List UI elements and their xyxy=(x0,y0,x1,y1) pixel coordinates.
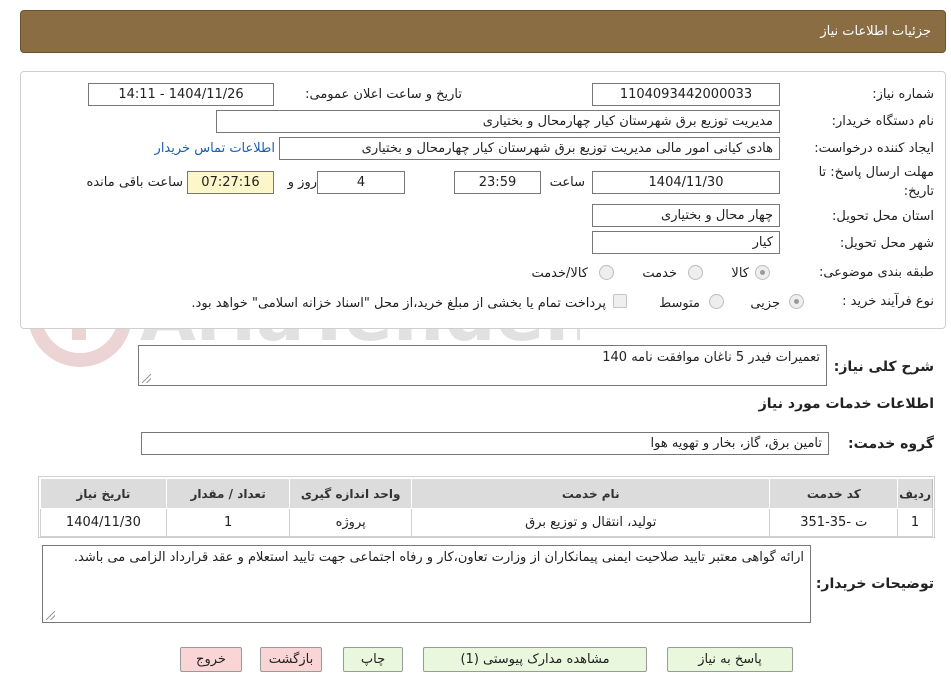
category-radio-goods-service[interactable] xyxy=(599,265,614,280)
process-radio-minor[interactable] xyxy=(789,294,804,309)
creator-field[interactable]: هادی کیانی امور مالی مدیریت توزیع برق شه… xyxy=(279,137,780,160)
category-option-service: خدمت xyxy=(642,266,677,281)
summary-label: شرح کلی نیاز: xyxy=(833,359,934,375)
province-label: استان محل تحویل: xyxy=(832,209,934,224)
city-field[interactable]: کیار xyxy=(592,231,780,254)
deadline-time-label: ساعت xyxy=(549,175,585,190)
col-header-service-code: کد خدمت xyxy=(769,478,899,509)
back-button[interactable]: بازگشت xyxy=(260,647,322,672)
col-header-need-date: تاریخ نیاز xyxy=(40,478,167,509)
buyer-notes-field[interactable]: ارائه گواهی معتبر تایید صلاحیت ایمنی پیم… xyxy=(42,545,811,623)
resize-grip-icon[interactable] xyxy=(142,374,151,383)
remaining-label: ساعت باقی مانده xyxy=(86,175,183,190)
cell-quantity: 1 xyxy=(165,508,291,537)
buyer-org-field[interactable]: مدیریت توزیع برق شهرستان کیار چهارمحال و… xyxy=(216,110,780,133)
creator-label: ایجاد کننده درخواست: xyxy=(814,141,934,156)
table-row[interactable]: 1 ت -35-351 تولید، انتقال و توزیع برق پر… xyxy=(40,508,933,537)
announce-field[interactable]: 1404/11/26 - 14:11 xyxy=(88,83,274,106)
cell-service-code: ت -35-351 xyxy=(769,508,899,537)
services-section-title: اطلاعات خدمات مورد نیاز xyxy=(758,396,934,412)
page-title: جزئیات اطلاعات نیاز xyxy=(820,24,931,39)
treasury-payment-checkbox[interactable] xyxy=(613,294,627,308)
service-group-field[interactable]: تامین برق، گاز، بخار و تهویه هوا xyxy=(141,432,829,455)
col-header-service-name: نام خدمت xyxy=(410,478,771,509)
cell-row-number: 1 xyxy=(897,508,933,537)
service-group-label: گروه خدمت: xyxy=(848,436,934,452)
remaining-time-field[interactable]: 07:27:16 xyxy=(187,171,274,194)
process-label: نوع فرآیند خرید : xyxy=(842,294,934,309)
category-label: طبقه بندی موضوعی: xyxy=(818,265,934,280)
days-label: روز و xyxy=(287,175,317,190)
summary-field[interactable]: تعمیرات فیدر 5 ناغان موافقت نامه 140 xyxy=(138,345,827,386)
buyer-contact-link[interactable]: اطلاعات تماس خریدار xyxy=(155,141,275,156)
announce-label: تاریخ و ساعت اعلان عمومی: xyxy=(305,87,462,102)
table-header-row: ردیف کد خدمت نام خدمت واحد اندازه گیری ت… xyxy=(40,478,933,509)
days-field[interactable]: 4 xyxy=(317,171,405,194)
buyer-notes-label: توضیحات خریدار: xyxy=(815,576,934,592)
resize-grip-icon[interactable] xyxy=(46,611,55,620)
need-number-label: شماره نیاز: xyxy=(872,87,934,102)
reply-button[interactable]: پاسخ به نیاز xyxy=(667,647,793,672)
col-header-row-number: ردیف xyxy=(897,478,933,509)
process-option-medium: متوسط xyxy=(659,296,700,311)
summary-text: تعمیرات فیدر 5 ناغان موافقت نامه 140 xyxy=(602,350,820,365)
cell-service-name: تولید، انتقال و توزیع برق xyxy=(410,508,771,537)
buyer-notes-text: ارائه گواهی معتبر تایید صلاحیت ایمنی پیم… xyxy=(73,550,804,565)
province-field[interactable]: چهار محال و بختیاری xyxy=(592,204,780,227)
category-radio-service[interactable] xyxy=(688,265,703,280)
exit-button[interactable]: خروج xyxy=(180,647,242,672)
deadline-time-field[interactable]: 23:59 xyxy=(454,171,541,194)
col-header-quantity: تعداد / مقدار xyxy=(165,478,291,509)
cell-unit: پروژه xyxy=(289,508,412,537)
deadline-date-field[interactable]: 1404/11/30 xyxy=(592,171,780,194)
col-header-unit: واحد اندازه گیری xyxy=(289,478,412,509)
deadline-label: مهلت ارسال پاسخ: تا xyxy=(818,165,934,180)
city-label: شهر محل تحویل: xyxy=(839,236,934,251)
category-radio-goods[interactable] xyxy=(755,265,770,280)
deadline-label-2: تاریخ: xyxy=(903,184,934,199)
buyer-org-label: نام دستگاه خریدار: xyxy=(831,114,934,129)
category-option-goods: کالا xyxy=(731,266,749,281)
print-button[interactable]: چاپ xyxy=(343,647,403,672)
page-header: جزئیات اطلاعات نیاز xyxy=(20,10,946,53)
category-option-goods-service: کالا/خدمت xyxy=(531,266,588,281)
cell-need-date: 1404/11/30 xyxy=(40,508,167,537)
treasury-payment-note: پرداخت تمام یا بخشی از مبلغ خرید،از محل … xyxy=(191,296,606,311)
process-radio-medium[interactable] xyxy=(709,294,724,309)
need-number-field[interactable]: 1104093442000033 xyxy=(592,83,780,106)
view-attachments-button[interactable]: مشاهده مدارک پیوستی (1) xyxy=(423,647,647,672)
process-option-minor: جزیی xyxy=(750,296,780,311)
services-table: ردیف کد خدمت نام خدمت واحد اندازه گیری ت… xyxy=(40,478,933,537)
